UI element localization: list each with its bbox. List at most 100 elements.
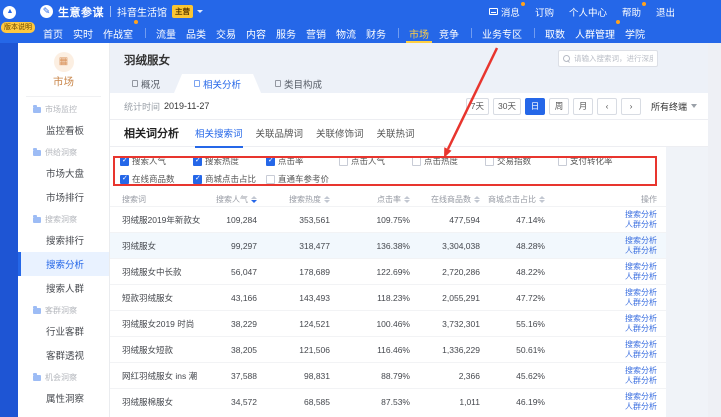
subtab-related-search-words[interactable]: 相关搜索词 (195, 120, 243, 147)
nav-business-zone[interactable]: 业务专区 (482, 23, 522, 43)
sidebar-item-search-ranking[interactable]: 搜索排行 (18, 228, 109, 252)
filter-pay-conversion[interactable]: 支付转化率 (558, 155, 631, 167)
sidebar-section-supply-insight: 供给洞察 (18, 142, 109, 161)
range-day-button[interactable]: 日 (525, 98, 545, 115)
column-header-search-popularity[interactable]: 搜索人气 (210, 194, 265, 205)
sidebar-item-audience-perspective[interactable]: 客群透视 (18, 343, 109, 367)
sort-icon[interactable] (474, 196, 480, 203)
filter-search-popularity[interactable]: 搜索人气 (120, 155, 193, 167)
column-header-click-rate[interactable]: 点击率 (338, 194, 418, 205)
filter-click-popularity[interactable]: 点击人气 (339, 155, 412, 167)
prev-date-button[interactable]: ‹ (597, 98, 617, 115)
tab-related-analysis[interactable]: 相关分析 (174, 74, 261, 93)
nav-realtime[interactable]: 实时 (73, 23, 93, 43)
range-30d-button[interactable]: 30天 (493, 98, 521, 115)
audience-analysis-link[interactable]: 人群分析 (625, 298, 657, 308)
rocket-icon[interactable] (3, 6, 16, 19)
value-cell: 109,284 (210, 215, 265, 225)
sort-icon[interactable] (539, 196, 545, 203)
sort-icon[interactable] (404, 196, 410, 203)
keyword-cell: 短款羽绒服女 (110, 292, 210, 304)
column-header-mall-click-share[interactable]: 商城点击占比 (488, 194, 553, 205)
audience-analysis-link[interactable]: 人群分析 (625, 324, 657, 334)
next-date-button[interactable]: › (621, 98, 641, 115)
search-analysis-link[interactable]: 搜索分析 (625, 210, 657, 220)
audience-analysis-link[interactable]: 人群分析 (625, 246, 657, 256)
audience-analysis-link[interactable]: 人群分析 (625, 376, 657, 386)
sidebar-item-attribute-insight[interactable]: 属性洞察 (18, 386, 109, 410)
nav-data-extract[interactable]: 取数 (545, 23, 565, 43)
filter-online-items[interactable]: 在线商品数 (120, 173, 193, 185)
help-menu[interactable]: 帮助 (622, 5, 641, 19)
search-analysis-link[interactable]: 搜索分析 (625, 288, 657, 298)
search-analysis-link[interactable]: 搜索分析 (625, 236, 657, 246)
logout-menu[interactable]: 退出 (656, 5, 675, 19)
nav-service[interactable]: 服务 (276, 23, 296, 43)
filter-trade-index[interactable]: 交易指数 (485, 155, 558, 167)
search-analysis-link[interactable]: 搜索分析 (625, 262, 657, 272)
nav-finance[interactable]: 财务 (366, 23, 386, 43)
column-header-keyword[interactable]: 搜索词 (110, 194, 210, 205)
search-analysis-link[interactable]: 搜索分析 (625, 392, 657, 402)
filter-mall-click-share[interactable]: 商城点击占比 (193, 173, 266, 185)
column-header-online-items[interactable]: 在线商品数 (418, 194, 488, 205)
version-notes-badge[interactable]: 版本说明 (1, 22, 35, 33)
nav-academy[interactable]: 学院 (625, 23, 645, 43)
audience-analysis-link[interactable]: 人群分析 (625, 272, 657, 282)
subtab-hot-words[interactable]: 关联热词 (377, 120, 415, 147)
nav-content[interactable]: 内容 (246, 23, 266, 43)
range-7d-button[interactable]: 7天 (466, 98, 489, 115)
sidebar-item-search-audience[interactable]: 搜索人群 (18, 276, 109, 300)
filter-search-heat[interactable]: 搜索热度 (193, 155, 266, 167)
terminal-selector[interactable]: 所有终端 (651, 100, 697, 113)
filter-click-heat[interactable]: 点击热度 (412, 155, 485, 167)
nav-traffic[interactable]: 流量 (156, 23, 176, 43)
sidebar-item-product-insight[interactable]: 产品洞察 (18, 410, 109, 417)
checkbox-checked-icon (266, 157, 275, 166)
chevron-down-icon[interactable] (197, 10, 203, 13)
section-title: 相关词分析 (124, 125, 179, 141)
nav-category[interactable]: 品类 (186, 23, 206, 43)
messages-menu[interactable]: 消息 (489, 5, 520, 19)
related-words-table: 搜索词 搜索人气 搜索热度 点击率 在线商品数 商城点击占比 操作 羽绒服201… (110, 192, 666, 414)
nav-trade[interactable]: 交易 (216, 23, 236, 43)
nav-audience-mgmt[interactable]: 人群管理 (575, 23, 615, 43)
range-month-button[interactable]: 月 (573, 98, 593, 115)
orders-menu[interactable]: 订购 (535, 5, 554, 19)
profile-menu[interactable]: 个人中心 (569, 5, 607, 19)
filter-click-rate[interactable]: 点击率 (266, 155, 339, 167)
tab-overview[interactable]: 概况 (118, 74, 174, 93)
sidebar-item-industry-audience[interactable]: 行业客群 (18, 319, 109, 343)
search-input[interactable] (574, 54, 653, 63)
nav-warroom[interactable]: 作战室 (103, 23, 133, 43)
sort-icon[interactable] (251, 196, 257, 203)
search-analysis-link[interactable]: 搜索分析 (625, 366, 657, 376)
product-name[interactable]: 抖音生活馆 (117, 4, 167, 19)
subtab-brand-words[interactable]: 关联品牌词 (256, 120, 304, 147)
range-week-button[interactable]: 周 (549, 98, 569, 115)
sidebar-item-search-analysis[interactable]: 搜索分析 (18, 252, 109, 276)
nav-marketing[interactable]: 营销 (306, 23, 326, 43)
audience-analysis-link[interactable]: 人群分析 (625, 402, 657, 412)
value-cell: 2,720,286 (418, 267, 488, 277)
column-header-search-heat[interactable]: 搜索热度 (265, 194, 338, 205)
nav-market[interactable]: 市场 (409, 23, 429, 43)
nav-competition[interactable]: 竞争 (439, 23, 459, 43)
audience-analysis-link[interactable]: 人群分析 (625, 220, 657, 230)
search-analysis-link[interactable]: 搜索分析 (625, 314, 657, 324)
checkbox-icon (485, 157, 494, 166)
nav-logistics[interactable]: 物流 (336, 23, 356, 43)
value-cell: 3,304,038 (418, 241, 488, 251)
sort-icon[interactable] (324, 196, 330, 203)
tab-category-composition[interactable]: 类目构成 (261, 74, 336, 93)
subtab-modifier-words[interactable]: 关联修饰词 (316, 120, 364, 147)
filter-ztc-reference-price[interactable]: 直通车参考价 (266, 173, 339, 185)
keyword-search-box[interactable] (558, 50, 658, 67)
sidebar-item-market-overview[interactable]: 市场大盘 (18, 161, 109, 185)
sidebar-item-monitor-board[interactable]: 监控看板 (18, 118, 109, 142)
sidebar-item-market-ranking[interactable]: 市场排行 (18, 185, 109, 209)
audience-analysis-link[interactable]: 人群分析 (625, 350, 657, 360)
nav-divider (398, 28, 399, 38)
search-analysis-link[interactable]: 搜索分析 (625, 340, 657, 350)
nav-home[interactable]: 首页 (43, 23, 63, 43)
